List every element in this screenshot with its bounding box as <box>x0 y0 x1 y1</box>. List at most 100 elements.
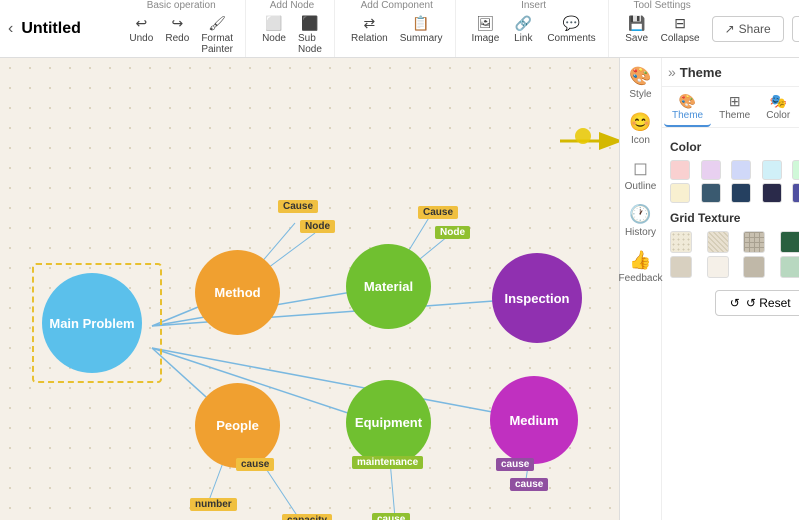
inspection-node[interactable]: Inspection <box>492 253 582 343</box>
icon-icon-item[interactable]: 😊 Icon <box>629 112 651 146</box>
theme2-tab-icon: ⊞ <box>729 93 741 110</box>
cause3-label: cause <box>236 458 274 471</box>
material-label: Material <box>364 279 413 294</box>
capacity-label: capacity <box>282 514 332 520</box>
main-problem-node[interactable]: Main Problem <box>42 273 142 373</box>
node1-label: Node <box>300 220 335 233</box>
group-label-insert: Insert <box>521 0 546 11</box>
texture-5[interactable] <box>670 256 692 278</box>
color-swatch-9[interactable] <box>792 183 799 203</box>
undo-button[interactable]: ↩Undo <box>125 13 157 57</box>
style-icon: 🎨 <box>629 66 651 87</box>
outline-icon-item[interactable]: ◻ Outline <box>625 158 657 192</box>
color-swatch-1[interactable] <box>701 160 721 180</box>
save-button[interactable]: 💾Save <box>621 13 653 46</box>
color-swatch-4[interactable] <box>792 160 799 180</box>
inspection-label: Inspection <box>504 291 569 306</box>
toolbar-group-tools: Tool Settings 💾Save ⊟Collapse <box>613 0 712 57</box>
comments-button[interactable]: 💬Comments <box>543 13 599 46</box>
reset-icon: ↺ <box>730 296 740 310</box>
texture-2[interactable] <box>743 231 765 253</box>
people-label: People <box>216 418 259 433</box>
equipment-node[interactable]: Equipment <box>346 380 431 465</box>
theme-tab-icon: 🎨 <box>679 93 696 110</box>
sub-node-button[interactable]: ⬛Sub Node <box>294 13 326 57</box>
texture-palette <box>670 231 799 278</box>
right-panel: 🎨 Style 😊 Icon ◻ Outline 🕐 History 👍 <box>619 58 799 520</box>
relation-button[interactable]: ⇄Relation <box>347 13 392 46</box>
group-items-add-component: ⇄Relation 📋Summary <box>347 13 447 46</box>
method-node[interactable]: Method <box>195 250 280 335</box>
toolbar: ‹ Untitled Basic operation ↩Undo ↪Redo 🖌… <box>0 0 799 58</box>
document-title: Untitled <box>21 20 101 38</box>
emoji-icon: 😊 <box>629 112 651 133</box>
people-node[interactable]: People <box>195 383 280 468</box>
tab-theme2[interactable]: ⊞ Theme <box>711 89 758 127</box>
group-label-basic: Basic operation <box>147 0 216 11</box>
history-icon-item[interactable]: 🕐 History <box>625 204 656 238</box>
feedback-icon: 👍 <box>629 250 651 271</box>
feedback-icon-item[interactable]: 👍 Feedback <box>619 250 663 284</box>
color-swatch-6[interactable] <box>701 183 721 203</box>
group-label-add-node: Add Node <box>270 0 314 11</box>
history-icon: 🕐 <box>629 204 651 225</box>
image-button[interactable]: 🖼Image <box>468 13 504 46</box>
color-swatch-5[interactable] <box>670 183 690 203</box>
group-items-tools: 💾Save ⊟Collapse <box>621 13 704 46</box>
cause6-label: cause <box>510 478 548 491</box>
node2-label: Node <box>435 226 470 239</box>
panel-expand-button[interactable]: » <box>668 64 676 80</box>
toolbar-group-add-component: Add Component ⇄Relation 📋Summary <box>339 0 456 57</box>
cause2-label: Cause <box>418 206 458 219</box>
color-swatch-8[interactable] <box>762 183 782 203</box>
share-button[interactable]: ↗ Share <box>712 16 784 42</box>
color-tab-icon: 🎭 <box>769 93 786 110</box>
medium-label: Medium <box>509 413 558 428</box>
format-painter-button[interactable]: 🖌Format Painter <box>197 13 237 57</box>
style-icon-item[interactable]: 🎨 Style <box>629 66 651 100</box>
panel-header: » Theme <box>662 58 799 87</box>
redo-button[interactable]: ↪Redo <box>161 13 193 57</box>
toolbar-right: ↗ Share 📤 Export <box>712 16 799 42</box>
cause5-label: cause <box>496 458 534 471</box>
texture-1[interactable] <box>707 231 729 253</box>
color-swatch-7[interactable] <box>731 183 751 203</box>
reset-button[interactable]: ↺ ↺ Reset <box>715 290 799 316</box>
color-swatch-3[interactable] <box>762 160 782 180</box>
panel-side-icons: 🎨 Style 😊 Icon ◻ Outline 🕐 History 👍 <box>620 58 662 520</box>
collapse-button[interactable]: ⊟Collapse <box>657 13 704 46</box>
texture-7[interactable] <box>743 256 765 278</box>
number-label: number <box>190 498 237 511</box>
link-button[interactable]: 🔗Link <box>507 13 539 46</box>
texture-6[interactable] <box>707 256 729 278</box>
diagram-canvas[interactable]: Main Problem Method Material Inspection … <box>0 58 619 520</box>
texture-0[interactable] <box>670 231 692 253</box>
panel-title: Theme <box>680 65 722 80</box>
material-node[interactable]: Material <box>346 244 431 329</box>
summary-button[interactable]: 📋Summary <box>396 13 447 46</box>
tab-theme[interactable]: 🎨 Theme <box>664 89 711 127</box>
medium-node[interactable]: Medium <box>490 376 578 464</box>
method-label: Method <box>214 285 260 300</box>
export-button[interactable]: 📤 Export <box>792 16 799 42</box>
toolbar-group-insert: Insert 🖼Image 🔗Link 💬Comments <box>460 0 609 57</box>
grid-texture-section-title: Grid Texture <box>670 211 799 225</box>
back-button[interactable]: ‹ <box>8 20 13 38</box>
toolbar-group-basic: Basic operation ↩Undo ↪Redo 🖌Format Pain… <box>117 0 246 57</box>
node-button[interactable]: ⬜Node <box>258 13 290 57</box>
main-content: Main Problem Method Material Inspection … <box>0 58 799 520</box>
tab-color[interactable]: 🎭 Color <box>758 89 798 127</box>
color-swatch-2[interactable] <box>731 160 751 180</box>
group-label-add-component: Add Component <box>361 0 433 11</box>
share-icon: ↗ <box>725 22 735 36</box>
color-palette: ··· <box>670 160 799 203</box>
cause1-label: Cause <box>278 200 318 213</box>
texture-3[interactable] <box>780 231 799 253</box>
color-swatch-0[interactable] <box>670 160 690 180</box>
color-section-title: Color <box>670 140 799 154</box>
panel-tabs: 🎨 Theme ⊞ Theme 🎭 Color 🖼 Backdrop <box>662 87 799 128</box>
toolbar-groups: Basic operation ↩Undo ↪Redo 🖌Format Pain… <box>117 0 711 57</box>
cause4-label: cause <box>372 513 410 520</box>
toolbar-group-add-node: Add Node ⬜Node ⬛Sub Node <box>250 0 335 57</box>
texture-8[interactable] <box>780 256 799 278</box>
